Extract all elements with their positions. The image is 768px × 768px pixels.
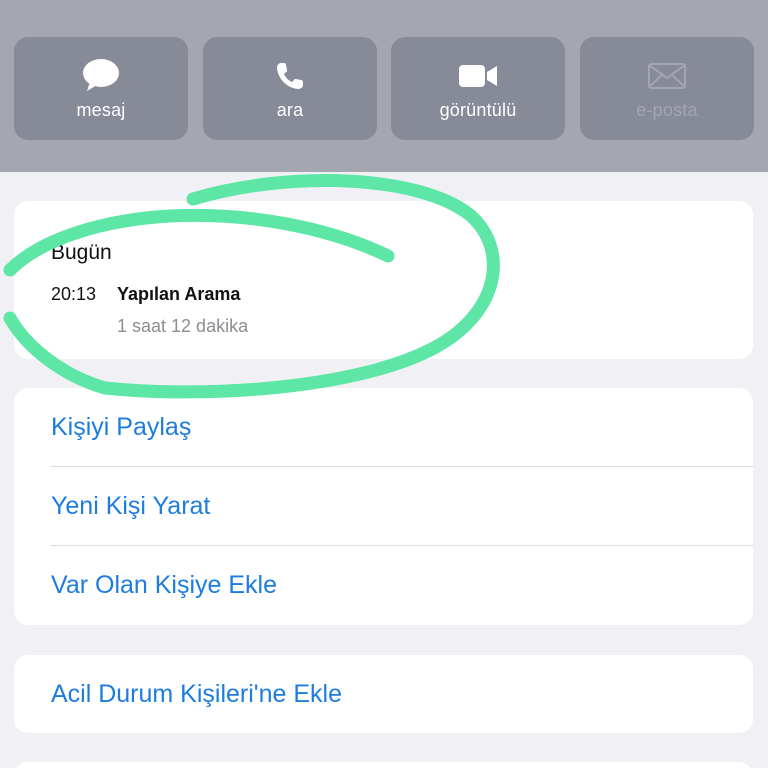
emergency-card: Acil Durum Kişileri'ne Ekle: [14, 655, 753, 733]
call-duration: 1 saat 12 dakika: [117, 316, 249, 336]
recent-day-heading: Bugün: [51, 241, 112, 264]
call-label: ara: [276, 100, 304, 120]
call-type: Yapılan Arama: [117, 284, 241, 304]
envelope-icon: [647, 58, 687, 94]
contact-actions-card: Kişiyi Paylaş Yeni Kişi Yarat Var Olan K…: [14, 388, 753, 625]
phone-icon: [274, 58, 306, 94]
video-call-button[interactable]: görüntülü: [391, 37, 565, 140]
message-button[interactable]: mesaj: [14, 37, 188, 140]
share-contact-button[interactable]: Kişiyi Paylaş: [14, 388, 753, 467]
create-new-contact-button[interactable]: Yeni Kişi Yarat: [14, 467, 753, 546]
call-button[interactable]: ara: [203, 37, 377, 140]
email-label: e-posta: [636, 100, 698, 120]
recent-calls-card: Bugün 20:13 Yapılan Arama 1 saat 12 daki…: [14, 201, 753, 359]
email-button[interactable]: e-posta: [580, 37, 754, 140]
video-camera-icon: [458, 58, 498, 94]
add-to-emergency-contacts-button[interactable]: Acil Durum Kişileri'ne Ekle: [14, 655, 753, 734]
next-card: [14, 762, 753, 768]
message-bubble-icon: [82, 58, 120, 94]
call-time: 20:13: [51, 284, 97, 304]
action-bar: mesaj ara görüntülü e-posta: [0, 0, 768, 172]
message-label: mesaj: [76, 100, 126, 120]
video-call-label: görüntülü: [439, 100, 517, 120]
add-to-existing-contact-button[interactable]: Var Olan Kişiye Ekle: [14, 546, 753, 625]
